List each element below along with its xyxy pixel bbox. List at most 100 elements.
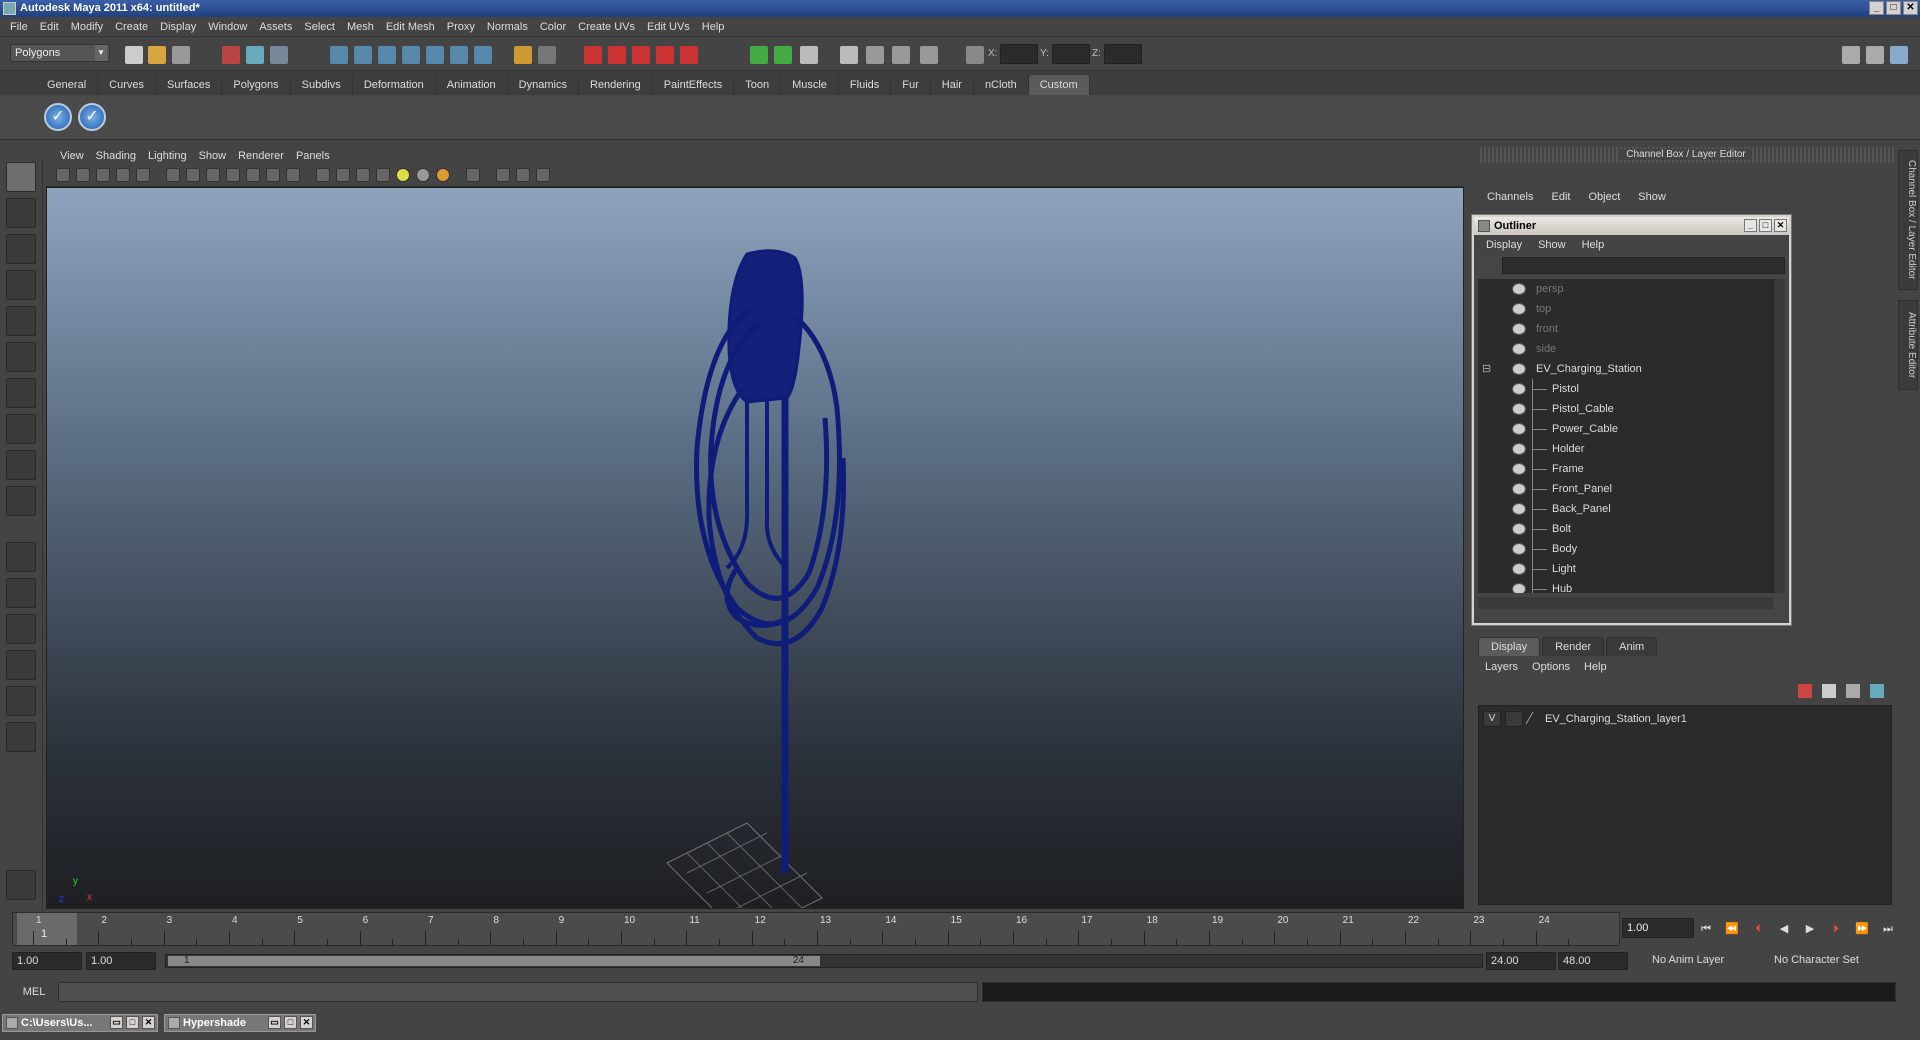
viewport-menu-panels[interactable]: Panels bbox=[296, 150, 330, 162]
hypershade-icon[interactable] bbox=[680, 46, 698, 64]
shelf-tab-general[interactable]: General bbox=[36, 75, 99, 95]
open-scene-icon[interactable] bbox=[148, 46, 166, 64]
select-component-icon[interactable] bbox=[270, 46, 288, 64]
outliner-menu-show[interactable]: Show bbox=[1538, 239, 1566, 251]
shadows-icon[interactable] bbox=[416, 168, 430, 182]
outliner-close-button[interactable]: ✕ bbox=[1774, 219, 1787, 232]
perspective-viewport[interactable]: y x z bbox=[46, 187, 1464, 909]
shelf-tab-custom[interactable]: Custom bbox=[1028, 75, 1090, 95]
show-manipulator-icon[interactable] bbox=[6, 450, 36, 480]
task-maximize-button[interactable]: □ bbox=[126, 1016, 139, 1029]
script-language-button[interactable]: MEL bbox=[14, 982, 54, 1002]
menu-item-select[interactable]: Select bbox=[304, 21, 335, 33]
frame-all-icon[interactable] bbox=[516, 168, 530, 182]
outliner-item[interactable]: top bbox=[1478, 299, 1773, 319]
paint-icon[interactable] bbox=[866, 46, 884, 64]
z-field[interactable] bbox=[1104, 44, 1142, 64]
channel-box-menu-channels[interactable]: Channels bbox=[1487, 191, 1533, 203]
layer-color-icon[interactable] bbox=[1525, 712, 1545, 724]
channel-box-side-tab[interactable]: Channel Box / Layer Editor bbox=[1898, 150, 1918, 290]
outliner-item[interactable]: Power_Cable bbox=[1478, 419, 1773, 439]
outliner-item[interactable]: Pistol bbox=[1478, 379, 1773, 399]
snap-point-icon[interactable] bbox=[378, 46, 396, 64]
last-tool-icon[interactable] bbox=[6, 486, 36, 516]
layer-visibility-toggle[interactable]: V bbox=[1483, 711, 1501, 727]
menu-item-assets[interactable]: Assets bbox=[259, 21, 292, 33]
shelf-tab-surfaces[interactable]: Surfaces bbox=[156, 75, 223, 95]
task-restore-button[interactable]: ▭ bbox=[110, 1016, 123, 1029]
x-field[interactable] bbox=[1000, 44, 1038, 64]
render-settings-icon[interactable] bbox=[656, 46, 674, 64]
shelf-tab-muscle[interactable]: Muscle bbox=[781, 75, 839, 95]
xray-icon[interactable] bbox=[466, 168, 480, 182]
select-tool-icon[interactable] bbox=[6, 162, 36, 192]
time-slider[interactable]: 1 1 2 3 4 5 6 7 8 9 10 11 12 13 14 15 16 17 18 19 20 21 22 23 2… bbox=[12, 912, 1620, 946]
outliner-item[interactable]: Body bbox=[1478, 539, 1773, 559]
shelf-tab-ncloth[interactable]: nCloth bbox=[974, 75, 1029, 95]
snap-curve-icon[interactable] bbox=[354, 46, 372, 64]
layer-tab-anim[interactable]: Anim bbox=[1606, 637, 1658, 656]
menu-item-help[interactable]: Help bbox=[702, 21, 725, 33]
resolution-gate-icon[interactable] bbox=[206, 168, 220, 182]
viewport-menu-view[interactable]: View bbox=[60, 150, 84, 162]
viewport-menu-lighting[interactable]: Lighting bbox=[148, 150, 187, 162]
check-shelf-icon-2[interactable]: ✓ bbox=[78, 103, 106, 131]
bookmark-icon[interactable] bbox=[96, 168, 110, 182]
shelf-tab-painteffects[interactable]: PaintEffects bbox=[653, 75, 735, 95]
layer-menu-help[interactable]: Help bbox=[1584, 661, 1607, 673]
snap-icon[interactable] bbox=[474, 46, 492, 64]
snap-grid-icon[interactable] bbox=[330, 46, 348, 64]
wireframe-icon[interactable] bbox=[316, 168, 330, 182]
render-view-icon[interactable] bbox=[584, 46, 602, 64]
channel-box-menu-show[interactable]: Show bbox=[1638, 191, 1666, 203]
step-forward-frame-icon[interactable]: ⏩ bbox=[1854, 922, 1870, 936]
shelf-tab-dynamics[interactable]: Dynamics bbox=[508, 75, 579, 95]
viewport-menu-shading[interactable]: Shading bbox=[96, 150, 136, 162]
task-output-window[interactable]: C:\Users\Us... ▭ □ ✕ bbox=[2, 1014, 158, 1032]
collapse-icon[interactable]: ⊟ bbox=[1482, 359, 1491, 379]
menu-item-color[interactable]: Color bbox=[540, 21, 566, 33]
grid-icon[interactable] bbox=[166, 168, 180, 182]
step-back-key-icon[interactable]: ⏴ bbox=[1750, 922, 1766, 936]
outliner-item[interactable]: Bolt bbox=[1478, 519, 1773, 539]
new-layer-selected-icon[interactable] bbox=[1822, 684, 1836, 698]
channel-box-menu-object[interactable]: Object bbox=[1588, 191, 1620, 203]
layer-menu-options[interactable]: Options bbox=[1532, 661, 1570, 673]
shelf-tab-polygons[interactable]: Polygons bbox=[222, 75, 291, 95]
new-layer-icon[interactable] bbox=[1798, 684, 1812, 698]
outliner-maximize-button[interactable]: □ bbox=[1759, 219, 1772, 232]
construction-history-icon[interactable] bbox=[514, 46, 532, 64]
two-d-pan-zoom-icon[interactable] bbox=[136, 168, 150, 182]
scale-tool-icon[interactable] bbox=[6, 342, 36, 372]
go-to-end-icon[interactable]: ⏭ bbox=[1880, 922, 1896, 936]
share-icon[interactable] bbox=[536, 168, 550, 182]
layer-row[interactable]: V EV_Charging_Station_layer1 bbox=[1483, 710, 1883, 728]
ipr-render-icon[interactable] bbox=[632, 46, 650, 64]
maximize-button[interactable]: □ bbox=[1886, 1, 1901, 15]
outliner-menu-display[interactable]: Display bbox=[1486, 239, 1522, 251]
relative-mode-icon[interactable] bbox=[774, 46, 792, 64]
current-time-field[interactable]: 1.00 bbox=[1622, 918, 1694, 938]
menu-item-mesh[interactable]: Mesh bbox=[347, 21, 374, 33]
smooth-shade-icon[interactable] bbox=[336, 168, 350, 182]
current-frame-marker[interactable]: 1 bbox=[17, 913, 77, 945]
outliner-item[interactable]: Back_Panel bbox=[1478, 499, 1773, 519]
outliner-item[interactable]: Light bbox=[1478, 559, 1773, 579]
lasso-tool-icon[interactable] bbox=[6, 198, 36, 228]
select-hierarchy-icon[interactable] bbox=[222, 46, 240, 64]
persp-outliner-layout-icon[interactable] bbox=[6, 614, 36, 644]
persp-graph-layout-icon[interactable] bbox=[6, 650, 36, 680]
menu-item-edit-mesh[interactable]: Edit Mesh bbox=[386, 21, 435, 33]
shelf-tab-hair[interactable]: Hair bbox=[931, 75, 974, 95]
outliner-item[interactable]: Holder bbox=[1478, 439, 1773, 459]
move-to-layer-icon[interactable] bbox=[1846, 684, 1860, 698]
command-input[interactable] bbox=[58, 982, 978, 1002]
anim-layer-dropdown[interactable]: No Anim Layer bbox=[1648, 952, 1758, 970]
select-object-icon[interactable] bbox=[246, 46, 264, 64]
field-chart-icon[interactable] bbox=[246, 168, 260, 182]
task-restore-button[interactable]: ▭ bbox=[268, 1016, 281, 1029]
numeric-input-icon[interactable] bbox=[966, 46, 984, 64]
range-slider[interactable]: 1 24 bbox=[165, 954, 1483, 968]
go-to-start-icon[interactable]: ⏮ bbox=[1698, 922, 1714, 936]
film-gate-icon[interactable] bbox=[186, 168, 200, 182]
